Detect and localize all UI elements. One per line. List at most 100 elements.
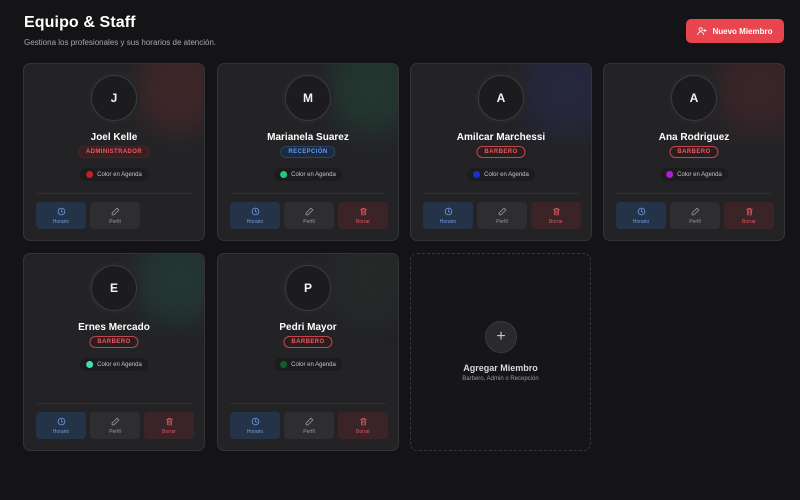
clock-icon [444, 207, 452, 215]
schedule-button[interactable]: Horario [36, 412, 86, 439]
profile-button-label: Perfil [109, 428, 121, 435]
trash-icon [745, 207, 753, 215]
trash-icon [359, 207, 367, 215]
agenda-color-chip: Color en Agenda [80, 168, 148, 181]
add-user-icon [697, 27, 708, 36]
delete-button[interactable]: Borrar [338, 202, 388, 229]
agenda-color-label: Color en Agenda [291, 361, 336, 368]
profile-button[interactable]: Perfil [670, 202, 720, 229]
agenda-color-chip: Color en Agenda [467, 168, 535, 181]
schedule-button[interactable]: Horario [230, 412, 280, 439]
plus-icon: + [485, 321, 517, 353]
role-badge: BARBERO [89, 336, 139, 348]
delete-button-label: Borrar [742, 218, 756, 225]
agenda-color-dot [86, 171, 94, 178]
agenda-color-label: Color en Agenda [291, 171, 336, 178]
pencil-icon [691, 207, 699, 215]
avatar: A [478, 75, 524, 121]
role-badge: BARBERO [669, 146, 719, 158]
delete-button-label: Borrar [549, 218, 563, 225]
agenda-color-label: Color en Agenda [97, 361, 142, 368]
profile-button[interactable]: Perfil [284, 412, 334, 439]
role-badge: BARBERO [283, 336, 333, 348]
page-subtitle: Gestiona los profesionales y sus horario… [24, 38, 217, 47]
schedule-button[interactable]: Horario [616, 202, 666, 229]
page-header: Equipo & Staff Gestiona los profesionale… [24, 14, 216, 47]
member-name: Pedri Mayor [279, 322, 337, 333]
profile-button[interactable]: Perfil [477, 202, 527, 229]
clock-icon [251, 207, 259, 215]
trash-icon [552, 207, 560, 215]
member-name: Ana Rodriguez [658, 132, 730, 143]
card-divider [423, 193, 579, 194]
member-name: Ernes Mercado [78, 322, 150, 333]
agenda-color-dot [666, 171, 674, 178]
pencil-icon [111, 417, 119, 425]
card-glow [134, 64, 204, 134]
schedule-button-label: Horario [52, 218, 70, 225]
new-member-button[interactable]: Nuevo Miembro [686, 19, 784, 43]
member-name: Marianela Suarez [267, 132, 349, 143]
agenda-color-dot [86, 361, 94, 368]
schedule-button[interactable]: Horario [36, 202, 86, 229]
schedule-button-label: Horario [246, 428, 264, 435]
card-glow [328, 254, 398, 324]
profile-button-label: Perfil [303, 218, 315, 225]
member-card: M Marianela Suarez RECEPCIÓN Color en Ag… [217, 63, 399, 241]
profile-button-label: Perfil [303, 428, 315, 435]
agenda-color-label: Color en Agenda [677, 171, 722, 178]
card-divider [230, 193, 386, 194]
delete-button-label: Borrar [356, 428, 370, 435]
delete-button[interactable]: Borrar [338, 412, 388, 439]
schedule-button[interactable]: Horario [423, 202, 473, 229]
clock-icon [637, 207, 645, 215]
agenda-color-chip: Color en Agenda [660, 168, 728, 181]
page-title: Equipo & Staff [24, 14, 136, 31]
pencil-icon [305, 417, 313, 425]
staff-page: Equipo & Staff Gestiona los profesionale… [0, 0, 800, 500]
agenda-color-label: Color en Agenda [97, 171, 142, 178]
agenda-color-chip: Color en Agenda [80, 358, 148, 371]
avatar: E [91, 265, 137, 311]
card-glow [134, 254, 204, 324]
card-divider [616, 193, 772, 194]
delete-button[interactable]: Borrar [144, 412, 194, 439]
card-glow [714, 64, 784, 134]
member-card: P Pedri Mayor BARBERO Color en Agenda Ho… [217, 253, 399, 451]
member-card: E Ernes Mercado BARBERO Color en Agenda … [23, 253, 205, 451]
profile-button[interactable]: Perfil [90, 202, 140, 229]
member-card: A Amilcar Marchessi BARBERO Color en Age… [410, 63, 592, 241]
profile-button-label: Perfil [109, 218, 121, 225]
add-member-card[interactable]: + Agregar Miembro Barbero, Admin o Recep… [410, 253, 591, 451]
agenda-color-dot [280, 171, 288, 178]
schedule-button-label: Horario [632, 218, 650, 225]
profile-button[interactable]: Perfil [284, 202, 334, 229]
delete-button[interactable]: Borrar [724, 202, 774, 229]
delete-button-label: Borrar [356, 218, 370, 225]
delete-button[interactable]: Borrar [531, 202, 581, 229]
member-card: A Ana Rodriguez BARBERO Color en Agenda … [603, 63, 785, 241]
avatar: A [671, 75, 717, 121]
trash-icon [359, 417, 367, 425]
member-name: Amilcar Marchessi [456, 132, 546, 143]
profile-button[interactable]: Perfil [90, 412, 140, 439]
schedule-button[interactable]: Horario [230, 202, 280, 229]
pencil-icon [305, 207, 313, 215]
avatar: M [285, 75, 331, 121]
clock-icon [57, 207, 65, 215]
card-divider [36, 403, 192, 404]
card-glow [328, 64, 398, 134]
delete-button-label: Borrar [162, 428, 176, 435]
card-divider [36, 193, 192, 194]
profile-button-label: Perfil [689, 218, 701, 225]
agenda-color-chip: Color en Agenda [274, 168, 342, 181]
schedule-button-label: Horario [439, 218, 457, 225]
add-member-title: Agregar Miembro [463, 363, 538, 373]
agenda-color-label: Color en Agenda [484, 171, 529, 178]
avatar: J [91, 75, 137, 121]
agenda-color-chip: Color en Agenda [274, 358, 342, 371]
agenda-color-dot [473, 171, 481, 178]
profile-button-label: Perfil [496, 218, 508, 225]
role-badge: RECEPCIÓN [280, 146, 336, 158]
pencil-icon [111, 207, 119, 215]
